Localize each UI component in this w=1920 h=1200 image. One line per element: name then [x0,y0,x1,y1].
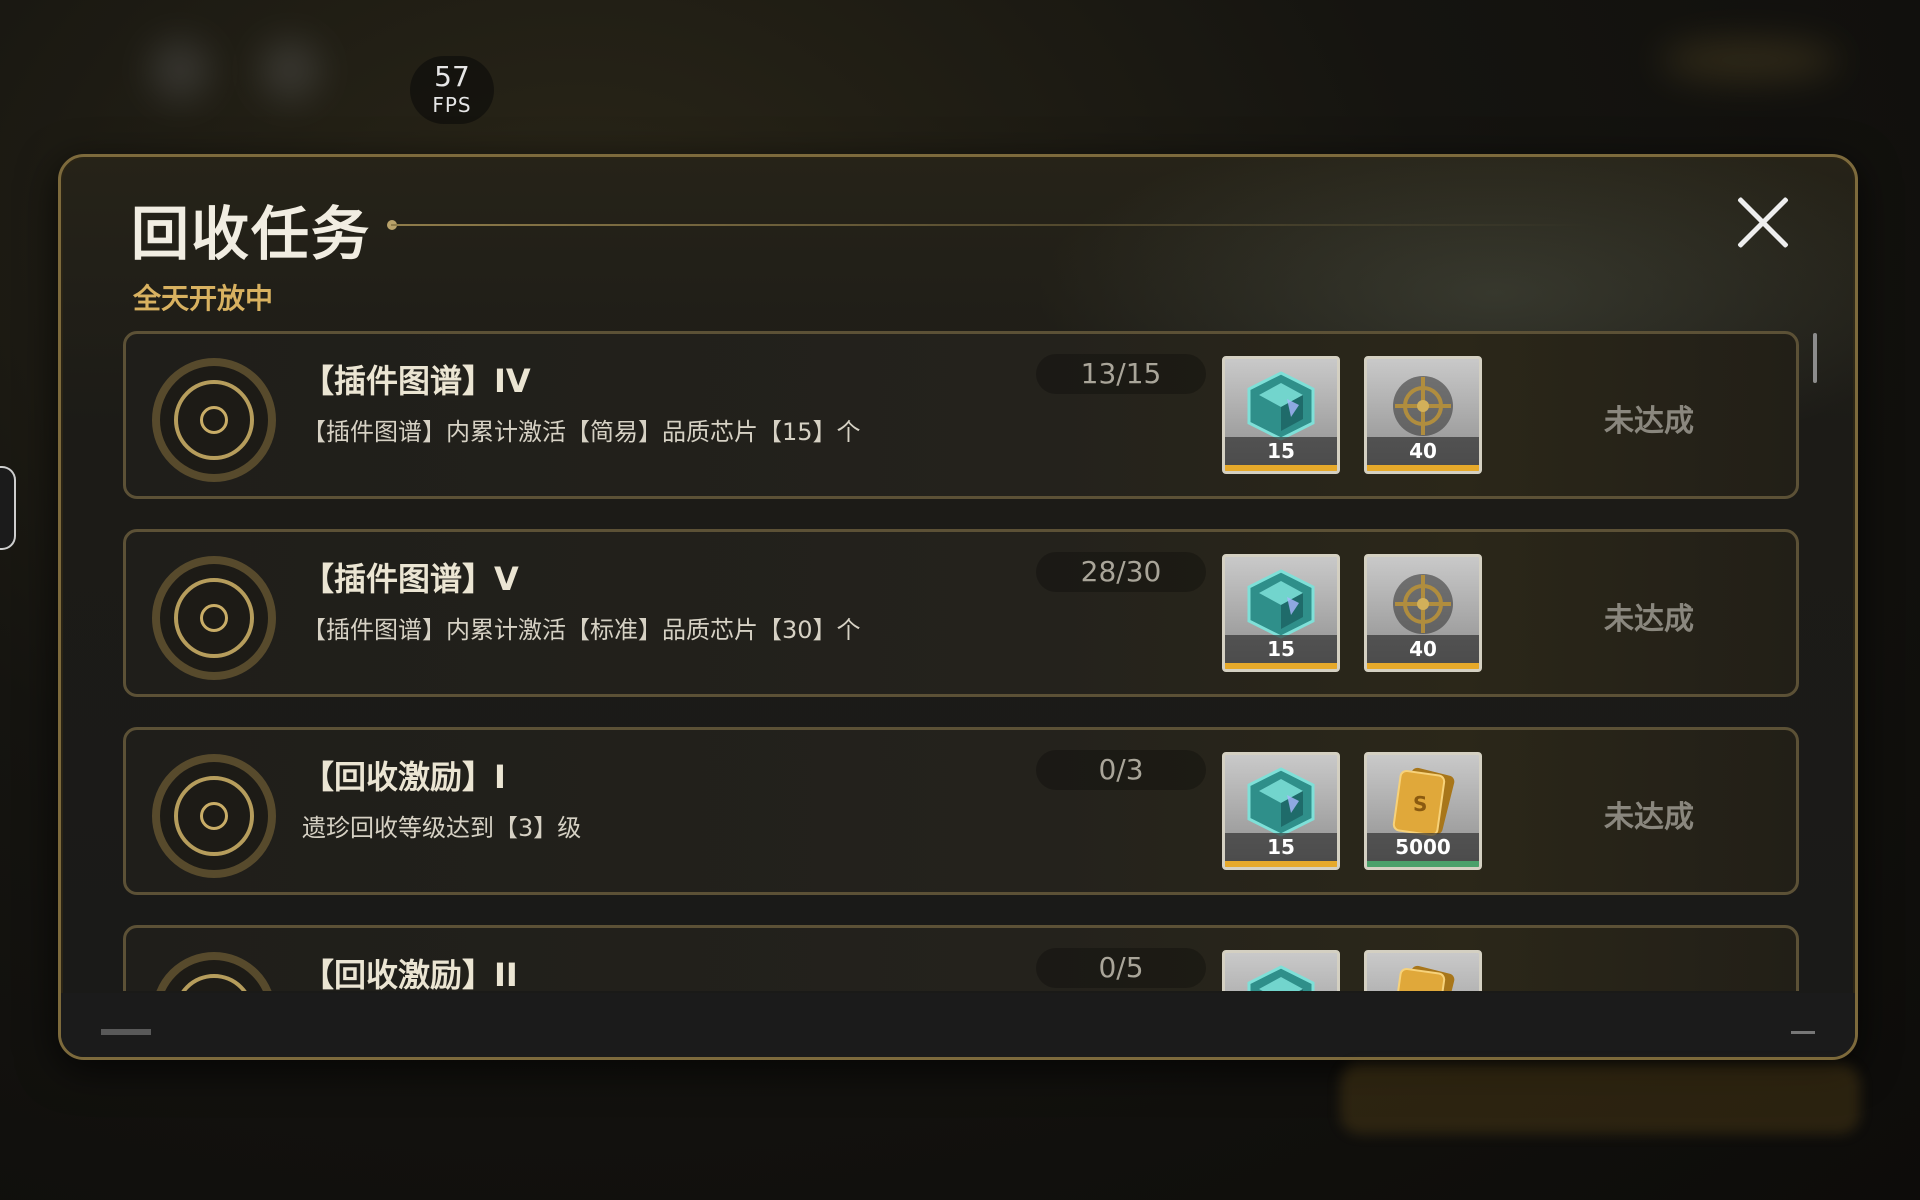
side-tab-handle[interactable] [0,466,16,550]
reward-quantity: 5000 [1367,833,1479,861]
reward-rarity-bar [1367,465,1479,471]
reward-rarity-bar [1367,861,1479,867]
task-status: 未达成 [1604,404,1694,439]
fps-counter: 57 FPS [410,56,494,124]
task-description: 【插件图谱】内累计激活【简易】品质芯片【15】个 [302,418,861,446]
reward-item[interactable]: 40 [1364,554,1482,672]
fps-value: 57 [434,60,470,93]
reward-quantity: 40 [1367,635,1479,663]
panel-title: 回收任务 [131,200,372,268]
task-medal-icon [152,754,276,878]
task-row: 【回收激励】II 0/5 S [123,925,1799,991]
task-progress: 0/5 [1036,948,1206,988]
footer-decor-line [1791,1031,1815,1034]
reward-quantity: 15 [1225,833,1337,861]
task-list-scrollbar[interactable] [1813,333,1817,383]
recycle-task-panel: 回收任务 全天开放中 【插件图谱】IV 【插件图谱】内累计激活【简易】品质芯片【1… [58,154,1858,1060]
task-description: 【插件图谱】内累计激活【标准】品质芯片【30】个 [302,616,861,644]
open-status-label: 全天开放中 [133,282,274,315]
reward-rarity-bar [1225,861,1337,867]
task-description: 遗珍回收等级达到【3】级 [302,814,582,842]
svg-text:S: S [1413,990,1427,991]
task-medal-icon [152,556,276,680]
reward-item[interactable]: 15 [1222,356,1340,474]
panel-footer [61,993,1855,1057]
task-row: 【回收激励】I 遗珍回收等级达到【3】级 0/3 15 S 5000 未达成 [123,727,1799,895]
reward-item[interactable]: S [1364,950,1482,991]
title-divider [391,224,1591,226]
task-row: 【插件图谱】IV 【插件图谱】内累计激活【简易】品质芯片【15】个 13/15 15 4… [123,331,1799,499]
task-row: 【插件图谱】V 【插件图谱】内累计激活【标准】品质芯片【30】个 28/30 15 40… [123,529,1799,697]
reward-rarity-bar [1225,663,1337,669]
reward-item[interactable]: 15 [1222,752,1340,870]
task-title: 【插件图谱】IV [302,362,531,400]
reward-quantity: 15 [1225,635,1337,663]
task-progress: 13/15 [1036,354,1206,394]
task-status: 未达成 [1604,602,1694,637]
fps-label: FPS [432,93,472,117]
task-status: 未达成 [1604,800,1694,835]
task-title: 【回收激励】II [302,956,518,991]
reward-item[interactable]: 15 [1222,554,1340,672]
background-action-button [1340,1064,1860,1134]
task-progress: 0/3 [1036,750,1206,790]
reward-item[interactable] [1222,950,1340,991]
reward-rarity-bar [1225,465,1337,471]
reward-rarity-bar [1367,663,1479,669]
reward-quantity: 15 [1225,437,1337,465]
task-medal-icon [152,952,276,991]
task-medal-icon [152,358,276,482]
svg-text:S: S [1413,792,1427,816]
reward-quantity: 40 [1367,437,1479,465]
close-icon[interactable] [1733,193,1793,253]
reward-item[interactable]: 40 [1364,356,1482,474]
footer-decor-bar [101,1029,151,1035]
task-title: 【插件图谱】V [302,560,519,598]
task-progress: 28/30 [1036,552,1206,592]
reward-item[interactable]: S 5000 [1364,752,1482,870]
task-list[interactable]: 【插件图谱】IV 【插件图谱】内累计激活【简易】品质芯片【15】个 13/15 15 4… [123,331,1803,991]
task-title: 【回收激励】I [302,758,506,796]
